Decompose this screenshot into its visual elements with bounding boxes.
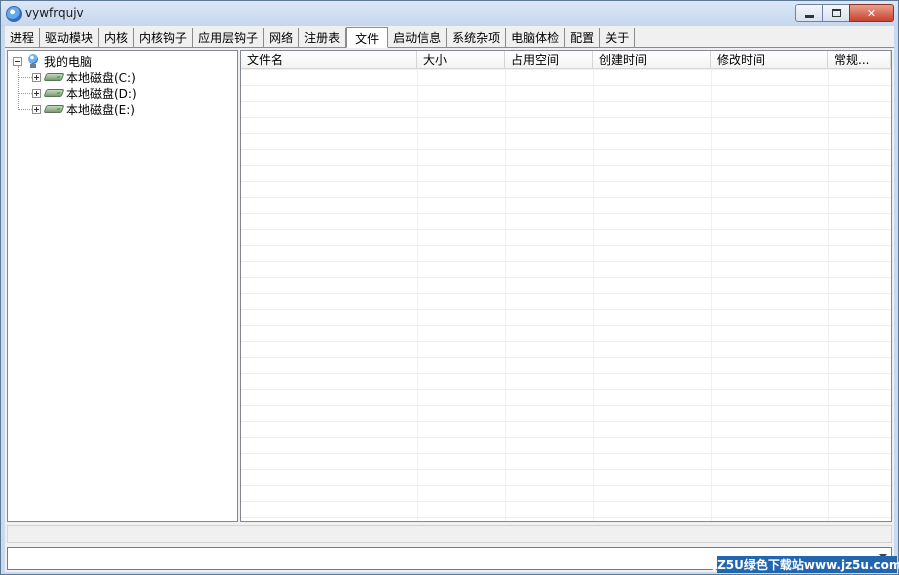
window-title: vywfrqujv — [25, 6, 84, 20]
tab-pc-checkup[interactable]: 电脑体检 — [506, 28, 566, 47]
column-divider — [417, 69, 418, 521]
tab-system-misc[interactable]: 系统杂项 — [447, 28, 507, 47]
expand-icon[interactable] — [32, 104, 41, 114]
column-header-disk-usage[interactable]: 占用空间 — [505, 51, 593, 69]
tree-item-label: 本地磁盘(D:) — [66, 86, 137, 101]
tab-kernel[interactable]: 内核 — [99, 28, 135, 47]
column-divider — [828, 69, 829, 521]
tab-driver-modules[interactable]: 驱动模块 — [40, 28, 100, 47]
globe-icon[interactable] — [6, 6, 22, 22]
hard-drive-icon — [43, 89, 65, 97]
expand-icon[interactable] — [32, 72, 41, 82]
tree-line — [18, 77, 32, 78]
hard-drive-icon — [43, 105, 65, 113]
collapse-icon[interactable] — [13, 56, 22, 66]
tab-network[interactable]: 网络 — [264, 28, 300, 47]
tree-item-drive-d[interactable]: 本地磁盘(D:) — [32, 85, 137, 101]
file-list[interactable]: 文件名 大小 占用空间 创建时间 修改时间 常规... — [240, 50, 892, 522]
tab-kernel-hooks[interactable]: 内核钩子 — [134, 28, 194, 47]
column-header-modified[interactable]: 修改时间 — [711, 51, 828, 69]
computer-icon — [26, 54, 40, 68]
column-header-general[interactable]: 常规... — [828, 51, 891, 69]
tree-item-label: 本地磁盘(E:) — [66, 102, 135, 117]
status-bar — [7, 525, 892, 543]
column-header-created[interactable]: 创建时间 — [593, 51, 711, 69]
column-header-filename[interactable]: 文件名 — [241, 51, 417, 69]
column-header-size[interactable]: 大小 — [417, 51, 505, 69]
tree-item-label: 本地磁盘(C:) — [66, 70, 136, 85]
close-button[interactable]: ✕ — [849, 4, 894, 22]
tree-item-drive-e[interactable]: 本地磁盘(E:) — [32, 101, 135, 117]
main-window: vywfrqujv ✕ 进程 驱动模块 内核 内核钩子 应用层钩子 网络 注册表… — [0, 0, 899, 575]
tab-about[interactable]: 关于 — [600, 28, 636, 47]
tree-line — [18, 66, 19, 110]
client-area: 进程 驱动模块 内核 内核钩子 应用层钩子 网络 注册表 文件 启动信息 系统杂… — [5, 26, 894, 572]
minimize-icon — [804, 14, 814, 18]
tab-strip: 进程 驱动模块 内核 内核钩子 应用层钩子 网络 注册表 文件 启动信息 系统杂… — [5, 27, 894, 48]
column-divider — [711, 69, 712, 521]
close-icon: ✕ — [866, 6, 877, 20]
hard-drive-icon — [43, 73, 65, 81]
tree-item-label: 我的电脑 — [44, 54, 93, 69]
title-bar[interactable]: vywfrqujv ✕ — [1, 1, 898, 27]
tab-startup[interactable]: 启动信息 — [388, 28, 448, 47]
list-header: 文件名 大小 占用空间 创建时间 修改时间 常规... — [241, 51, 891, 69]
watermark-banner: JZ5U绿色下载站www.jz5u.com — [712, 556, 899, 573]
caption-buttons: ✕ — [795, 4, 894, 22]
tree-line — [18, 109, 32, 110]
maximize-button[interactable] — [822, 4, 850, 22]
tab-config[interactable]: 配置 — [565, 28, 601, 47]
tab-registry[interactable]: 注册表 — [299, 28, 347, 47]
folder-tree[interactable]: 我的电脑 本地磁盘(C:) 本地磁盘(D:) 本地磁盘(E:) — [7, 50, 238, 522]
minimize-button[interactable] — [795, 4, 823, 22]
expand-icon[interactable] — [32, 88, 41, 98]
tab-process[interactable]: 进程 — [5, 28, 41, 47]
list-body[interactable] — [241, 69, 891, 521]
tree-line — [18, 93, 32, 94]
tree-item-my-computer[interactable]: 我的电脑 — [13, 53, 92, 69]
column-divider — [505, 69, 506, 521]
tab-app-hooks[interactable]: 应用层钩子 — [193, 28, 265, 47]
maximize-icon — [831, 9, 841, 17]
tab-files[interactable]: 文件 — [346, 27, 389, 48]
tree-item-drive-c[interactable]: 本地磁盘(C:) — [32, 69, 136, 85]
column-divider — [593, 69, 594, 521]
